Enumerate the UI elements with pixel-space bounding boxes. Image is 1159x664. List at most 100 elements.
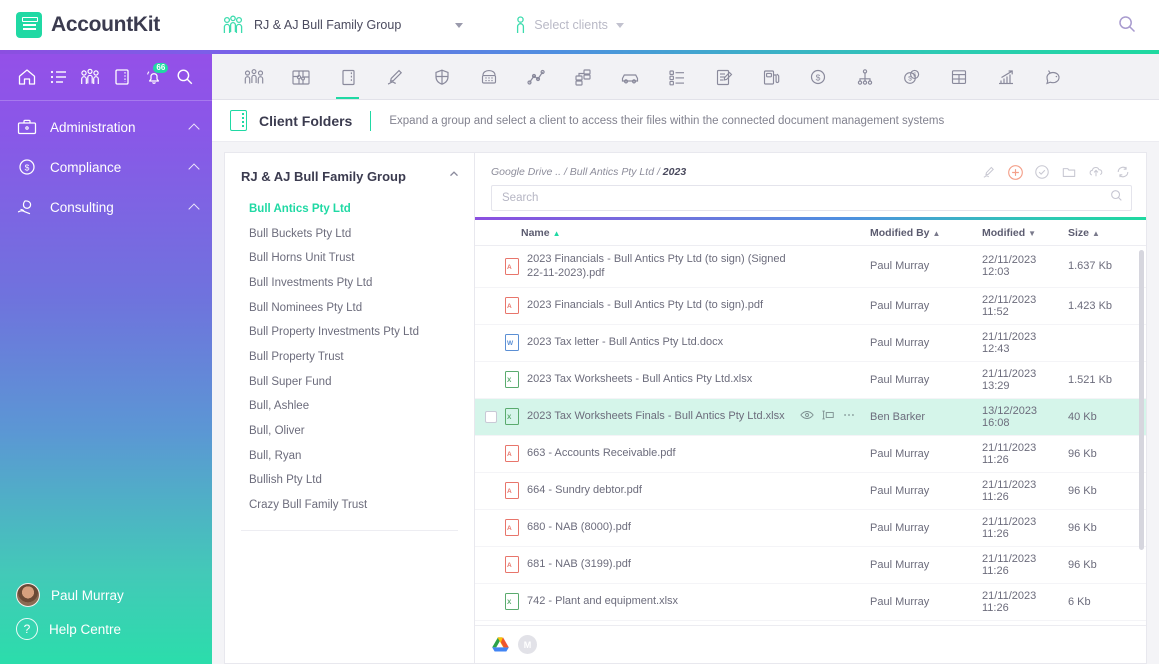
column-header-modified[interactable]: Modified ▼: [982, 220, 1068, 246]
toolbar-fuel-pump-icon[interactable]: [747, 54, 794, 99]
files-scroll-area[interactable]: A 2023 Financials - Bull Antics Pty Ltd (…: [475, 246, 1146, 625]
table-row[interactable]: A 2023 Financials - Bull Antics Pty Ltd (…: [475, 246, 1146, 288]
client-list-item[interactable]: Bull, Oliver: [225, 419, 474, 444]
table-row[interactable]: W 2023 Tax letter - Bull Antics Pty Ltd.d…: [475, 324, 1146, 362]
table-row[interactable]: X 2023 Tax Worksheets - Bull Antics Pty L…: [475, 361, 1146, 399]
table-row[interactable]: A 663 - Accounts Receivable.pdf Paul Murra…: [475, 435, 1146, 473]
xls-file-icon: X: [505, 593, 519, 611]
sidebar-item-consulting[interactable]: Consulting: [0, 187, 212, 227]
chevron-up-icon[interactable]: [448, 167, 460, 185]
toolbar-dollar-circle-icon[interactable]: $: [794, 54, 841, 99]
client-panel-divider: [241, 529, 458, 531]
table-row[interactable]: X 742 - Plant and equipment.xlsx Paul Murr…: [475, 583, 1146, 621]
search-box[interactable]: [491, 185, 1132, 211]
chevron-up-icon[interactable]: [188, 202, 200, 215]
toolbar-org-chart-icon[interactable]: [841, 54, 888, 99]
google-drive-icon[interactable]: [491, 636, 510, 653]
toolbar-calculator-icon[interactable]: [935, 54, 982, 99]
row-actions: [800, 409, 866, 424]
toolbar-folder-book-icon[interactable]: [324, 54, 371, 99]
sidebar-item-compliance[interactable]: $ Compliance: [0, 147, 212, 187]
toolbar-coins-dollar-icon[interactable]: $ $: [888, 54, 935, 99]
question-circle-icon: ?: [16, 618, 38, 640]
table-row[interactable]: X 2023 Tax Worksheets Finals - Bull Antic…: [475, 398, 1146, 436]
client-list-item[interactable]: Bull Super Fund: [225, 370, 474, 395]
table-row[interactable]: A 664 - Sundry debtor.pdf Paul Murray 21/11…: [475, 472, 1146, 510]
sidebar-help-label: Help Centre: [49, 621, 122, 637]
client-list-item[interactable]: Crazy Bull Family Trust: [225, 493, 474, 518]
toolbar-server-stack-icon[interactable]: [559, 54, 606, 99]
toolbar-people-group-icon[interactable]: [230, 54, 277, 99]
toolbar-bar-chart-growth-icon[interactable]: [982, 54, 1029, 99]
client-selector[interactable]: Select clients: [515, 15, 624, 35]
bell-icon[interactable]: 66: [139, 62, 169, 92]
search-icon[interactable]: [1110, 189, 1123, 207]
table-row[interactable]: A 2023 Financials - Bull Antics Pty Ltd (…: [475, 287, 1146, 325]
toolbar-document-pen-icon[interactable]: [700, 54, 747, 99]
column-header-size[interactable]: Size ▲: [1068, 220, 1146, 246]
table-row[interactable]: A 681 - NAB (3199).pdf Paul Murray 21/11/20…: [475, 546, 1146, 584]
client-list-item[interactable]: Bull Property Trust: [225, 345, 474, 370]
row-checkbox[interactable]: [485, 410, 497, 423]
size-cell: 96 Kb: [1068, 509, 1146, 547]
page-title: Client Folders: [259, 112, 353, 129]
chevron-up-icon[interactable]: [188, 122, 200, 135]
global-search-button[interactable]: [1117, 14, 1137, 39]
client-list-item[interactable]: Bull Investments Pty Ltd: [225, 271, 474, 296]
people-group-icon[interactable]: [75, 62, 105, 92]
breadcrumb-root[interactable]: Google Drive: [491, 166, 552, 178]
signature-pen-icon[interactable]: [979, 163, 997, 181]
client-list-item[interactable]: Bull Buckets Pty Ltd: [225, 222, 474, 247]
client-list-item[interactable]: Bull, Ashlee: [225, 394, 474, 419]
toolbar-piggy-bank-icon[interactable]: [1029, 54, 1076, 99]
chevron-up-icon[interactable]: [188, 162, 200, 175]
sidebar-user[interactable]: Paul Murray: [0, 578, 212, 612]
notification-badge: 66: [153, 63, 169, 73]
column-header-name[interactable]: Name ▲: [475, 220, 870, 246]
modified-cell: 21/11/2023 11:26: [982, 546, 1068, 584]
toolbar-line-chart-icon[interactable]: [512, 54, 559, 99]
group-selector[interactable]: RJ & AJ Bull Family Group: [222, 15, 464, 35]
client-list-item[interactable]: Bull Nominees Pty Ltd: [225, 296, 474, 321]
modified-by-cell: Paul Murray: [870, 324, 982, 362]
client-list-item[interactable]: Bull, Ryan: [225, 444, 474, 469]
file-name-cell: X 2023 Tax Worksheets - Bull Antics Pty L…: [475, 361, 870, 399]
client-list-item[interactable]: Bull Antics Pty Ltd: [225, 197, 474, 222]
toolbar-checklist-icon[interactable]: [653, 54, 700, 99]
table-row[interactable]: X870 - Division7A Detail - Bull Antics P…: [475, 620, 1146, 625]
check-circle-icon[interactable]: [1033, 163, 1051, 181]
table-header-row: Name ▲ Modified By ▲ Modified ▼ Size ▲: [475, 220, 1146, 246]
add-circle-icon[interactable]: [1006, 163, 1024, 181]
toolbar-car-icon[interactable]: [606, 54, 653, 99]
search-icon[interactable]: [170, 62, 200, 92]
files-table: A 2023 Financials - Bull Antics Pty Ltd (…: [475, 246, 1146, 625]
client-list-item[interactable]: Bull Property Investments Pty Ltd: [225, 320, 474, 345]
mydocs-icon[interactable]: M: [518, 635, 537, 654]
client-list: Bull Antics Pty Ltd Bull Buckets Pty Ltd…: [225, 195, 474, 518]
client-list-item[interactable]: Bull Horns Unit Trust: [225, 246, 474, 271]
refresh-icon[interactable]: [1114, 163, 1132, 181]
eye-preview-icon[interactable]: [800, 409, 814, 424]
list-icon[interactable]: [44, 62, 74, 92]
toolbar-puzzle-map-icon[interactable]: [277, 54, 324, 99]
home-icon[interactable]: [12, 62, 42, 92]
rename-icon[interactable]: [821, 409, 835, 424]
toolbar-signature-pen-icon[interactable]: [371, 54, 418, 99]
column-header-modified-by[interactable]: Modified By ▲: [870, 220, 982, 246]
breadcrumb[interactable]: Google Drive .. / Bull Antics Pty Ltd / …: [491, 166, 971, 178]
sidebar-item-help-centre[interactable]: ? Help Centre: [0, 612, 212, 646]
more-options-icon[interactable]: [842, 409, 856, 424]
breadcrumb-parent[interactable]: Bull Antics Pty Ltd: [570, 166, 654, 178]
upload-cloud-icon[interactable]: [1087, 163, 1105, 181]
folder-icon[interactable]: [1060, 163, 1078, 181]
toolbar-telephone-icon[interactable]: [465, 54, 512, 99]
client-list-item[interactable]: Bullish Pty Ltd: [225, 468, 474, 493]
toolbar-shield-icon[interactable]: [418, 54, 465, 99]
client-group-header[interactable]: RJ & AJ Bull Family Group: [225, 153, 474, 195]
book-icon[interactable]: [107, 62, 137, 92]
sidebar-quick-icons: 66: [0, 54, 212, 100]
table-row[interactable]: A 680 - NAB (8000).pdf Paul Murray 21/11/20…: [475, 509, 1146, 547]
search-input[interactable]: [502, 192, 1110, 204]
vertical-scrollbar[interactable]: [1139, 250, 1144, 550]
sidebar-item-administration[interactable]: Administration: [0, 107, 212, 147]
